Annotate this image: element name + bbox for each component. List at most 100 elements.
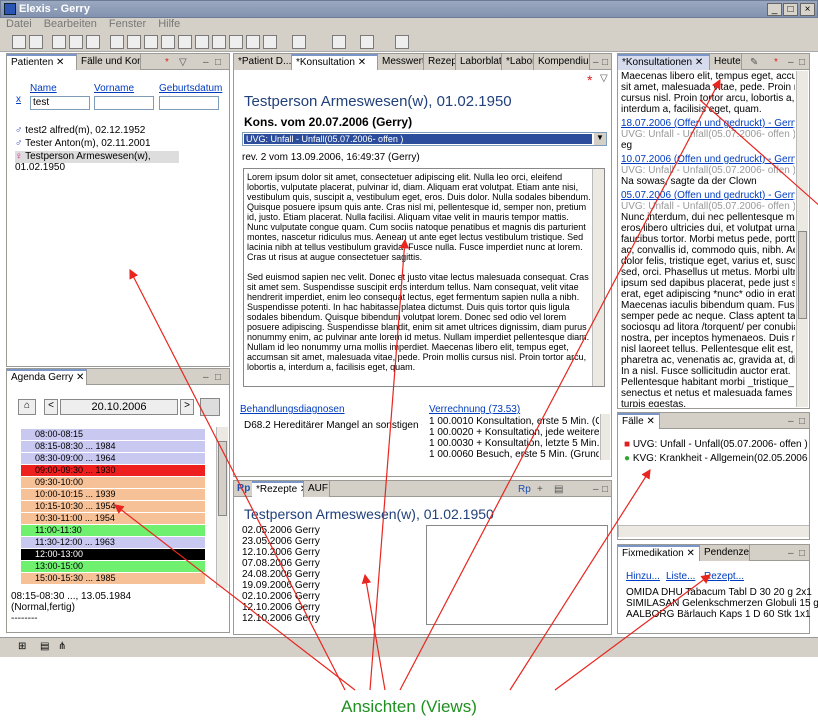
agenda-item[interactable]: 09:30-10:00 [21,477,205,488]
scroll-thumb[interactable] [798,231,807,319]
add-icon[interactable]: + [537,484,543,495]
tab-faelle[interactable]: Fälle ✕ [618,413,660,429]
tab-patient-detail[interactable]: *Patient D... [234,54,292,70]
monitor-icon[interactable] [246,35,260,49]
agenda-item[interactable]: 15:00-15:30 ... 1985 [21,573,205,584]
minimize-icon[interactable]: _ [767,3,782,16]
menu-datei[interactable]: Datei [6,18,32,30]
rezept-item[interactable]: 02.10.2006 Gerry [242,591,420,602]
next-day-button[interactable]: > [180,399,194,415]
patient-row[interactable]: ♂ test2 alfred(m), 02.12.1952 [15,125,215,137]
column-name[interactable]: Name [30,83,57,94]
menu-arrow-icon[interactable]: ▽ [179,57,187,68]
agenda-item[interactable]: 10:00-10:15 ... 1939 [21,489,205,500]
patient-row[interactable]: ♂ Tester Anton(m), 02.11.2001 [15,138,215,150]
diagnoses-link[interactable]: Behandlungsdiagnosen [240,404,345,415]
minimize-view-icon[interactable]: – [203,57,209,68]
notebook-icon[interactable] [127,35,141,49]
consultation-link[interactable]: 05.07.2006 (Offen und gedruckt) - Gerry [621,190,795,201]
save-icon[interactable] [29,35,43,49]
minimize-view-icon[interactable]: – [788,548,794,559]
tab-pendenzen[interactable]: Pendenzen [700,545,750,561]
name-filter-input[interactable]: test [30,96,90,110]
panel-icon[interactable] [86,35,100,49]
rezept-item[interactable]: 24.08.2006 Gerry [242,569,420,580]
maximize-view-icon[interactable]: □ [799,548,805,559]
rezept-item[interactable]: 12.10.2006 Gerry [242,613,420,624]
history-scrollbar[interactable] [796,71,808,407]
rezept-link[interactable]: Rezept... [704,571,744,582]
tab-rezept[interactable]: Rezept [424,54,456,70]
minimize-view-icon[interactable]: – [203,372,209,383]
patient-row-selected[interactable]: ♀ Testperson Armeswesen(w), 01.02.1950 [15,151,179,173]
minimize-view-icon[interactable]: – [788,416,794,427]
column-vorname[interactable]: Vorname [94,83,134,94]
minimize-view-icon[interactable]: – [593,484,599,495]
agenda-item[interactable]: 11:30-12:00 ... 1963 [21,537,205,548]
new-rezept-icon[interactable]: Rp [518,484,531,495]
agenda-item[interactable]: 08:30-09:00 ... 1964 [21,453,205,464]
rezept-item[interactable]: 19.09.2006 Gerry [242,580,420,591]
liste-link[interactable]: Liste... [666,571,695,582]
tab-konsultation[interactable]: *Konsultation ✕ [292,54,378,70]
pin-icon[interactable]: ✎ [750,57,758,68]
tab-messwerte[interactable]: Messwerte [378,54,424,70]
consultation-link[interactable]: 10.07.2006 (Offen und gedruckt) - Gerry [621,154,795,165]
consultation-link[interactable]: 18.07.2006 (Offen und gedruckt) - Gerry [621,118,795,129]
tab-patienten[interactable]: Patienten ✕ [7,54,77,70]
new-star-icon[interactable]: * [587,72,592,88]
window-icon[interactable] [52,35,66,49]
close-icon[interactable]: × [800,3,815,16]
minimize-view-icon[interactable]: – [593,57,599,68]
pill-icon[interactable] [229,35,243,49]
clear-filter-link[interactable]: x [16,94,21,105]
medication-item[interactable]: OMIDA DHU Tabacum Tabl D 30 20 g 2x1 [626,587,812,598]
calendar-icon[interactable] [161,35,175,49]
agenda-item[interactable]: 10:15-10:30 ... 1954 [21,501,205,512]
copy-icon[interactable] [332,35,346,49]
list-icon[interactable] [263,35,277,49]
hinzu-link[interactable]: Hinzu... [626,571,660,582]
tree-icon[interactable]: ⋔ [58,641,66,652]
case-select[interactable]: UVG: Unfall - Unfall(05.07.2006- offen )… [242,132,607,146]
agenda-item[interactable]: 12:00-13:00 [21,549,205,560]
tab-labor[interactable]: *Labor [502,54,534,70]
maximize-view-icon[interactable]: □ [602,484,608,495]
tab-agenda[interactable]: Agenda Gerry ✕ [7,369,87,385]
clock-icon[interactable] [178,35,192,49]
menu-arrow-icon[interactable]: ▽ [600,73,608,84]
layout-icon[interactable] [69,35,83,49]
rezept-item[interactable]: 23.05.2006 Gerry [242,536,420,547]
geburtsdatum-filter-input[interactable] [159,96,219,110]
new-star-icon[interactable]: * [774,57,778,68]
tab-laborblatt[interactable]: Laborblatt [456,54,502,70]
car-icon[interactable] [110,35,124,49]
document-icon[interactable]: ▤ [40,641,49,652]
tab-fixmedikation[interactable]: Fixmedikation ✕ [618,545,700,561]
people-icon[interactable] [144,35,158,49]
case-item[interactable]: ● KVG: Krankheit - Allgemein(02.05.2006-… [624,453,808,464]
tab-heute[interactable]: Heute [710,54,742,70]
prev-day-button[interactable]: < [44,399,58,415]
menu-bearbeiten[interactable]: Bearbeiten [44,18,97,30]
date-field[interactable]: 20.10.2006 [60,399,178,415]
rezept-item[interactable]: 07.08.2006 Gerry [242,558,420,569]
rezept-item[interactable]: 12.10.2006 Gerry [242,602,420,613]
agenda-item[interactable]: 10:30-11:00 ... 1954 [21,513,205,524]
print-icon[interactable]: ▤ [554,484,563,495]
maximize-icon[interactable]: □ [783,3,798,16]
agenda-item[interactable]: 09:00-09:30 ... 1930 [21,465,205,476]
rezept-item[interactable]: 02.05.2006 Gerry [242,525,420,536]
medication-item[interactable]: AALBORG Bärlauch Kaps 1 D 60 Stk 1x1 [626,609,811,620]
billing-scrollbar[interactable] [600,414,610,460]
medication-item[interactable]: SIMILASAN Gelenkschmerzen Globuli 15 g 3… [626,598,818,609]
grid-icon[interactable] [195,35,209,49]
menu-hilfe[interactable]: Hilfe [158,18,180,30]
maximize-view-icon[interactable]: □ [799,57,805,68]
agenda-item[interactable]: 08:15-08:30 ... 1984 [21,441,205,452]
back-arrow-icon[interactable] [395,35,409,49]
tab-auf[interactable]: AUF [304,481,330,497]
paste-icon[interactable] [360,35,374,49]
agenda-scrollbar[interactable] [216,427,228,588]
rezept-item[interactable]: 12.10.2006 Gerry [242,547,420,558]
